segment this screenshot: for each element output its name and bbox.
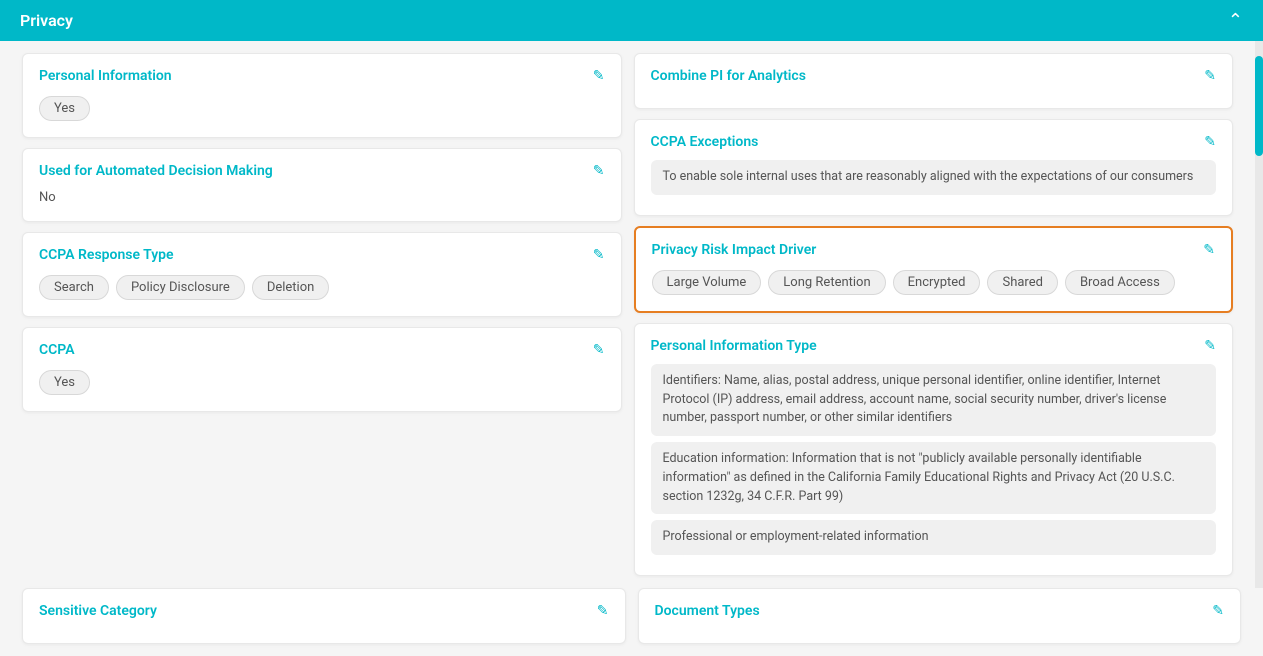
- tag-long-retention: Long Retention: [768, 270, 885, 295]
- edit-icon-sensitive-category[interactable]: ✎: [597, 603, 609, 619]
- right-column: Combine PI for Analytics ✎ CCPA Exceptio…: [628, 53, 1240, 576]
- card-automated-decision: Used for Automated Decision Making ✎ No: [22, 148, 622, 222]
- card-title-personal-information: Personal Information: [39, 68, 172, 84]
- tag-large-volume: Large Volume: [652, 270, 762, 295]
- tag-ccpa-yes: Yes: [39, 370, 90, 395]
- left-column: Personal Information ✎ Yes Used for Auto…: [16, 53, 628, 576]
- card-title-ccpa-exceptions: CCPA Exceptions: [651, 134, 759, 150]
- tags-ccpa-response: Search Policy Disclosure Deletion: [39, 273, 605, 302]
- tag-policy-disclosure: Policy Disclosure: [116, 275, 245, 300]
- edit-icon-ccpa[interactable]: ✎: [593, 342, 605, 358]
- card-personal-information: Personal Information ✎ Yes: [22, 53, 622, 138]
- tag-shared: Shared: [987, 270, 1057, 295]
- edit-icon-ccpa-response[interactable]: ✎: [593, 247, 605, 263]
- card-document-types: Document Types ✎: [638, 588, 1242, 644]
- card-ccpa-response-type: CCPA Response Type ✎ Search Policy Discl…: [22, 232, 622, 317]
- card-title-automated-decision: Used for Automated Decision Making: [39, 163, 273, 179]
- card-personal-info-type: Personal Information Type ✎ Identifiers:…: [634, 323, 1234, 576]
- card-privacy-risk: Privacy Risk Impact Driver ✎ Large Volum…: [634, 226, 1234, 313]
- edit-icon-combine-pi[interactable]: ✎: [1204, 68, 1216, 84]
- edit-icon-document-types[interactable]: ✎: [1212, 603, 1224, 619]
- card-title-document-types: Document Types: [655, 603, 760, 619]
- card-title-privacy-risk: Privacy Risk Impact Driver: [652, 242, 817, 258]
- tag-encrypted: Encrypted: [893, 270, 981, 295]
- card-ccpa-exceptions: CCPA Exceptions ✎ To enable sole interna…: [634, 119, 1234, 216]
- edit-icon-automated-decision[interactable]: ✎: [593, 163, 605, 179]
- card-title-sensitive-category: Sensitive Category: [39, 603, 157, 619]
- edit-icon-privacy-risk[interactable]: ✎: [1203, 242, 1215, 258]
- section-title: Privacy: [20, 11, 73, 30]
- tags-personal-information: Yes: [39, 94, 605, 123]
- scrollbar-thumb[interactable]: [1255, 56, 1263, 156]
- value-identifiers: Identifiers: Name, alias, postal address…: [651, 364, 1217, 436]
- scrollbar-track[interactable]: [1255, 41, 1263, 588]
- card-title-ccpa-response: CCPA Response Type: [39, 247, 174, 263]
- chevron-up-icon[interactable]: ⌃: [1228, 10, 1243, 31]
- tag-search: Search: [39, 275, 109, 300]
- card-title-personal-info-type: Personal Information Type: [651, 338, 817, 354]
- tags-privacy-risk: Large Volume Long Retention Encrypted Sh…: [652, 268, 1216, 297]
- privacy-section-header: Privacy ⌃: [0, 0, 1263, 41]
- edit-icon-personal-info-type[interactable]: ✎: [1204, 338, 1216, 354]
- edit-icon-personal-information[interactable]: ✎: [593, 68, 605, 84]
- value-ccpa-exceptions: To enable sole internal uses that are re…: [651, 160, 1217, 195]
- card-title-ccpa: CCPA: [39, 342, 75, 358]
- tag-broad-access: Broad Access: [1065, 270, 1175, 295]
- tags-ccpa: Yes: [39, 368, 605, 397]
- card-combine-pi: Combine PI for Analytics ✎: [634, 53, 1234, 109]
- value-professional-info: Professional or employment-related infor…: [651, 520, 1217, 555]
- value-automated-decision: No: [39, 189, 605, 207]
- card-ccpa: CCPA ✎ Yes: [22, 327, 622, 412]
- tag-yes: Yes: [39, 96, 90, 121]
- card-sensitive-category: Sensitive Category ✎: [22, 588, 626, 644]
- edit-icon-ccpa-exceptions[interactable]: ✎: [1204, 134, 1216, 150]
- page-wrapper: Privacy ⌃ Personal Information ✎ Yes: [0, 0, 1263, 656]
- value-education-info: Education information: Information that …: [651, 442, 1217, 514]
- card-title-combine-pi: Combine PI for Analytics: [651, 68, 806, 84]
- tag-deletion: Deletion: [252, 275, 330, 300]
